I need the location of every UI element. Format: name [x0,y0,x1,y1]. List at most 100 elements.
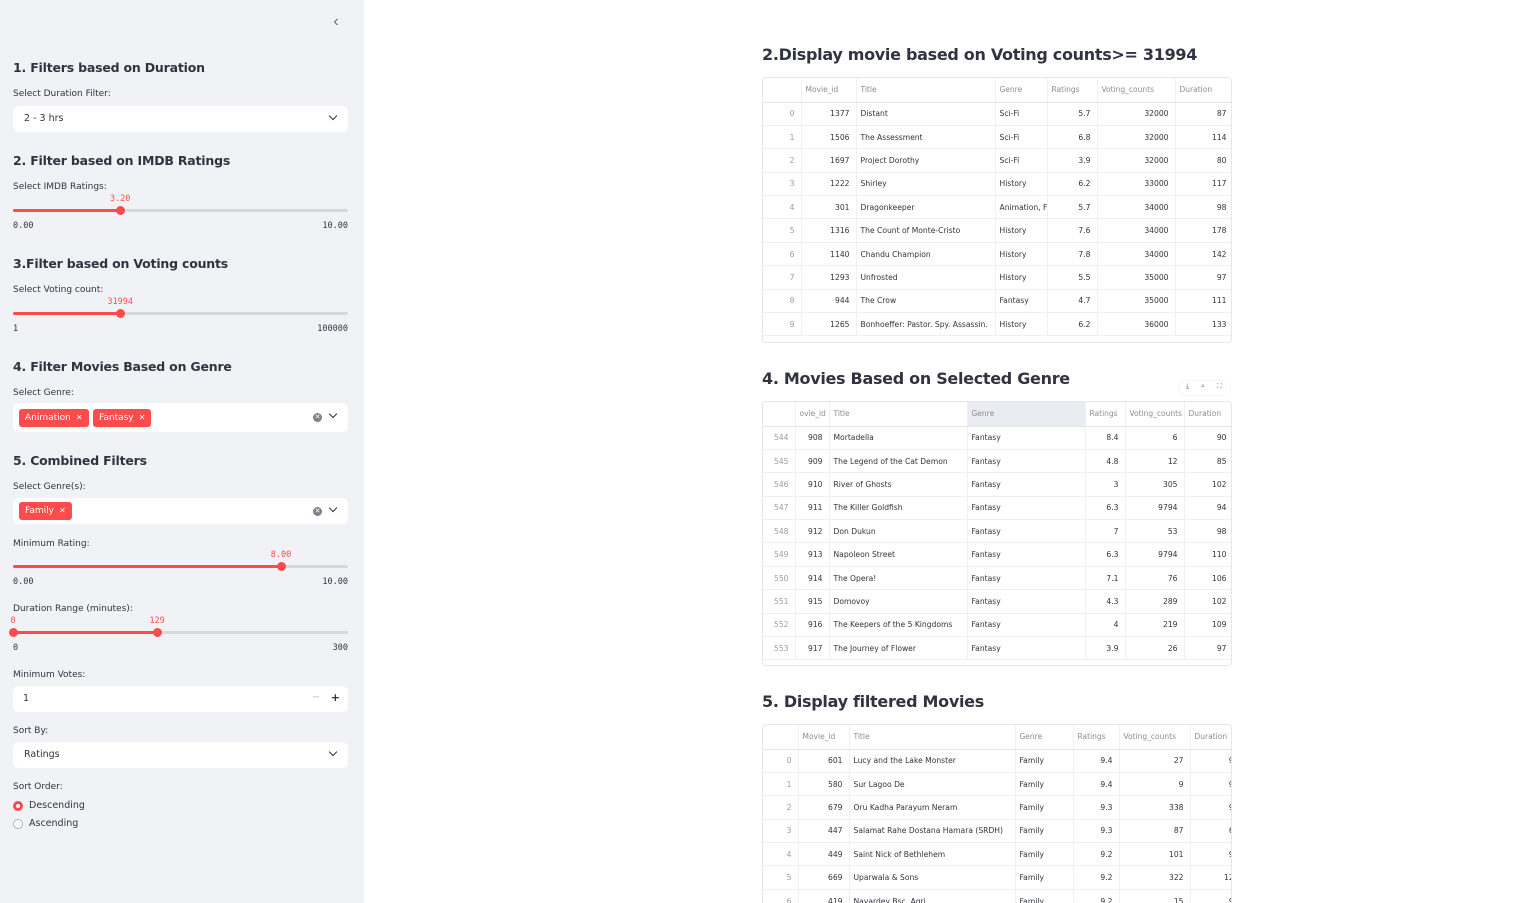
table-cell[interactable]: The Journey of Flower [829,636,968,661]
table-row[interactable]: 8 944 The Crow Fantasy 4.7 35000 111 [763,289,1231,314]
table-cell[interactable]: 913 [795,542,830,567]
table-cell[interactable]: 7.1 [1085,566,1126,591]
table-cell[interactable]: 97 [1184,636,1231,661]
table-cell[interactable]: 87 [1175,102,1231,126]
genre-tag-fantasy[interactable]: Fantasy ✕ [93,409,152,427]
table-cell[interactable]: 916 [795,613,830,638]
table-cell[interactable]: Shirley [856,172,996,197]
table-cell[interactable]: Fantasy [967,496,1086,521]
download-icon[interactable]: ⤓ [1186,383,1189,391]
column-header[interactable]: Duration [1190,725,1231,750]
column-header[interactable]: Genre [1015,725,1074,750]
table-cell[interactable]: 419 [798,889,850,903]
table-cell[interactable]: 6.8 [1047,125,1098,150]
table-cell[interactable]: 549 [763,542,796,567]
min-votes-input[interactable]: 1 − + [13,686,348,712]
table-cell[interactable]: Navardey Bsc. Agri [849,889,1016,903]
table-cell[interactable]: Family [1015,865,1074,890]
table-cell[interactable]: Fantasy [967,589,1086,614]
table-cell[interactable]: 5 [763,218,802,243]
table-cell[interactable]: 219 [1125,613,1185,638]
table-cell[interactable]: 9794 [1125,542,1185,567]
table-row[interactable]: 6 1140 Chandu Champion History 7.8 34000 142 [763,242,1231,267]
table-cell[interactable]: 289 [1125,589,1185,614]
table-cell[interactable]: History [995,242,1048,267]
table-cell[interactable]: 0 [763,102,802,126]
table-cell[interactable]: 553 [763,636,796,661]
column-header[interactable] [763,78,802,103]
chevron-down-icon[interactable] [328,505,338,515]
column-header[interactable]: Voting_counts [1097,78,1176,103]
table-row[interactable]: 9 1265 Bonhoeffer: Pastor. Spy. Assassin. H… [763,312,1231,337]
table-cell[interactable]: 90 [1190,772,1231,797]
table-cell[interactable]: 6 [763,242,802,267]
table-cell[interactable]: 908 [795,426,830,450]
duration-range-slider[interactable]: 0 129 0 300 [8,616,348,656]
duration-select[interactable]: 2 - 3 hrs [13,106,348,132]
table-cell[interactable]: 547 [763,496,796,521]
table-cell[interactable]: 3.9 [1085,636,1126,661]
table-cell[interactable]: 1 [763,772,799,797]
genre-table[interactable]: ovie_id Title Genre Ratings Voting_counts Dur… [762,401,1232,666]
table-row[interactable]: 1580Sur Lagoo DeFamily9.4990 [763,772,1231,797]
table-cell[interactable]: 7 [1085,519,1126,544]
column-header[interactable]: Title [829,402,968,427]
table-cell[interactable]: 6.3 [1085,496,1126,521]
table-cell[interactable]: Fantasy [967,449,1086,474]
table-row[interactable]: 550 914 The Opera! Fantasy 7.1 76 106 [763,566,1231,591]
table-cell[interactable]: 111 [1175,289,1231,314]
table-cell[interactable]: 53 [1125,519,1185,544]
table-cell[interactable]: 34000 [1097,195,1176,220]
table-cell[interactable]: 447 [798,819,850,844]
table-cell[interactable]: 8 [763,289,802,314]
table-cell[interactable]: 9.4 [1073,772,1120,797]
column-header[interactable]: Movie_id [798,725,850,750]
column-header[interactable]: Duration [1175,78,1231,103]
table-cell[interactable]: 1 [763,125,802,150]
table-cell[interactable]: 669 [798,865,850,890]
table-cell[interactable]: History [995,172,1048,197]
table-cell[interactable]: History [995,218,1048,243]
table-cell[interactable]: 1377 [801,102,857,126]
table-row[interactable]: 0 601 Lucy and the Lake Monster Family 9.4 27… [763,749,1231,773]
table-cell[interactable]: 917 [795,636,830,661]
table-cell[interactable]: The Keepers of the 5 Kingdoms [829,613,968,638]
table-cell[interactable]: 1697 [801,148,857,173]
table-cell[interactable]: 546 [763,472,796,497]
table-cell[interactable]: 1265 [801,312,857,337]
table-cell[interactable]: 102 [1184,589,1231,614]
table-row[interactable]: 545 909 The Legend of the Cat Demon Fantasy… [763,449,1231,474]
table-cell[interactable]: Saint Nick of Bethlehem [849,842,1016,867]
chevron-left-icon[interactable]: ‹ [328,14,344,30]
minus-icon[interactable]: − [312,692,320,703]
table-cell[interactable]: 93 [1190,842,1231,867]
table-row[interactable]: 7 1293 Unfrosted History 5.5 35000 97 [763,265,1231,290]
table-cell[interactable]: Sci-Fi [995,148,1048,173]
table-cell[interactable]: Oru Kadha Parayum Neram [849,795,1016,820]
sort-by-select[interactable]: Ratings [13,742,348,768]
table-cell[interactable]: 4 [763,842,799,867]
table-cell[interactable]: 322 [1119,865,1191,890]
table-cell[interactable]: The Killer Goldfish [829,496,968,521]
table-cell[interactable]: 9 [1119,772,1191,797]
table-cell[interactable]: 551 [763,589,796,614]
table-cell[interactable]: 6.2 [1047,172,1098,197]
filtered-table[interactable]: Movie_id Title Genre Ratings Voting_counts Du… [762,724,1232,903]
table-cell[interactable]: 545 [763,449,796,474]
column-header[interactable]: Voting_counts [1119,725,1191,750]
search-icon[interactable]: ⌕ [1201,383,1205,391]
column-header[interactable]: Duration [1184,402,1231,427]
table-cell[interactable]: 1140 [801,242,857,267]
table-row[interactable]: 0 1377 Distant Sci-Fi 5.7 32000 87 [763,102,1231,126]
table-cell[interactable]: Unfrosted [856,265,996,290]
column-header[interactable]: Ratings [1047,78,1098,103]
column-header[interactable] [763,402,796,427]
voting-table[interactable]: Movie_id Title Genre Ratings Voting_counts Du… [762,77,1232,343]
table-cell[interactable]: 32000 [1097,102,1176,126]
table-cell[interactable]: 911 [795,496,830,521]
table-cell[interactable]: 7.8 [1047,242,1098,267]
table-cell[interactable]: Animation, F [995,195,1048,220]
table-row[interactable]: 548 912 Don Dukun Fantasy 7 53 98 [763,519,1231,544]
table-cell[interactable]: 912 [795,519,830,544]
table-cell[interactable]: 114 [1175,125,1231,150]
